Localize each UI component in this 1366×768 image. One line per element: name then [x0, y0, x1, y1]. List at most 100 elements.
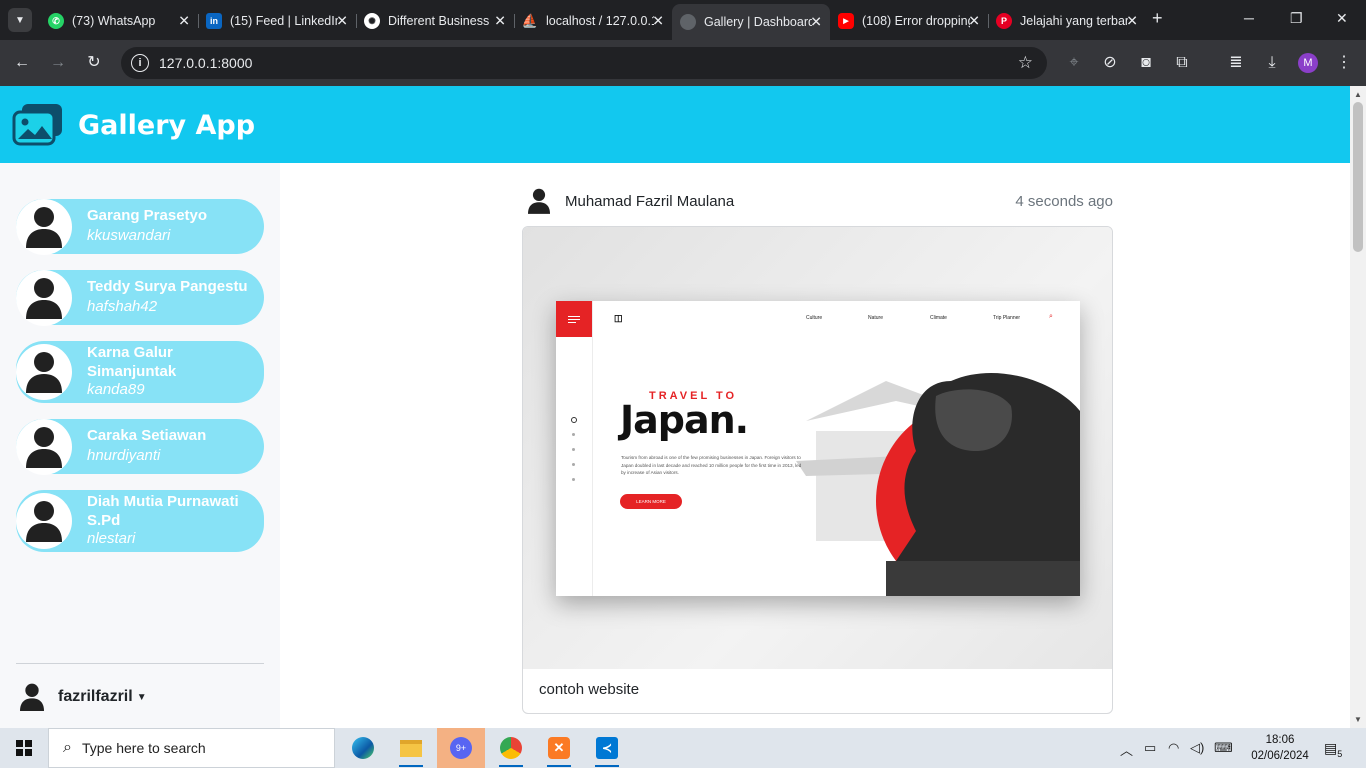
back-icon[interactable]: ← [12, 53, 32, 73]
tab-title: (73) WhatsApp [72, 14, 156, 28]
user-username: nlestari [87, 530, 136, 547]
search-icon: ⌕ [63, 739, 72, 756]
mockup-headline: Japan. [620, 398, 749, 442]
notification-center-icon[interactable]: ▤5 [1324, 740, 1342, 759]
app-title[interactable]: Gallery App [78, 110, 255, 141]
user-icon [26, 501, 62, 542]
clock-time: 18:06 [1265, 734, 1295, 746]
minimize-icon[interactable]: ─ [1244, 10, 1254, 26]
windows-taskbar: ⌕ Type here to search 9+ ✕ ≺ ︿ ▭ ◠ ◁) ⌨ … [0, 728, 1366, 768]
user-icon [20, 683, 44, 711]
tab-title: localhost / 127.0.0.1 [546, 14, 654, 28]
forward-icon[interactable]: → [48, 53, 68, 73]
media-control-icon[interactable]: ≣ [1226, 53, 1246, 73]
post-author[interactable]: Muhamad Fazril Maulana [565, 193, 734, 210]
taskbar-search-box[interactable]: ⌕ Type here to search [48, 728, 335, 768]
site-info-icon[interactable]: i [131, 54, 149, 72]
website-mockup-image: ◫ Culture Nature Climate Trip Planner ⌕ [556, 301, 1080, 596]
url-text[interactable]: 127.0.0.1:8000 [159, 55, 252, 71]
user-name: Karna Galur Simanjuntak [87, 344, 177, 380]
close-tab-icon[interactable]: ✕ [810, 14, 822, 31]
close-tab-icon[interactable]: ✕ [968, 13, 980, 30]
compass-icon[interactable]: ⊘ [1100, 53, 1120, 73]
user-icon [26, 426, 62, 468]
gallery-logo-icon [12, 104, 62, 146]
mockup-nav-item: Climate [930, 315, 947, 321]
close-tab-icon[interactable]: ✕ [652, 13, 664, 30]
page-viewport: Gallery App Garang Prasetyo kkuswandari … [0, 86, 1350, 728]
tab-pinterest[interactable]: P Jelajahi yang terbaru ✕ [988, 6, 1146, 36]
lion-statue-graphic [796, 372, 1080, 596]
keyboard-icon[interactable]: ⌨ [1214, 740, 1233, 756]
close-tab-icon[interactable]: ✕ [336, 13, 348, 30]
xampp-app-icon[interactable]: ✕ [543, 733, 575, 767]
tab-whatsapp[interactable]: ✆ (73) WhatsApp ✕ [40, 6, 198, 36]
profile-avatar[interactable]: M [1298, 53, 1318, 73]
tab-search-dropdown[interactable]: ▼ [8, 8, 32, 32]
post-card[interactable]: ◫ Culture Nature Climate Trip Planner ⌕ [522, 226, 1113, 714]
current-user-name: fazrilfazril [58, 688, 133, 705]
puzzle-icon[interactable]: ⧉ [1172, 53, 1192, 73]
close-tab-icon[interactable]: ✕ [178, 13, 190, 30]
page-scrollbar[interactable]: ▲ ▼ [1350, 86, 1366, 728]
notification-count: 5 [1337, 748, 1343, 759]
user-sidebar: Garang Prasetyo kkuswandari Teddy Surya … [0, 163, 280, 728]
tab-title: (108) Error dropping [862, 14, 970, 28]
user-icon [26, 206, 62, 248]
tab-gallery-dashboard[interactable]: Gallery | Dashboard ✕ [672, 4, 830, 40]
close-tab-icon[interactable]: ✕ [494, 13, 506, 30]
extension-icon[interactable]: ⌖ [1064, 53, 1084, 73]
tab-different-business[interactable]: ✺ Different Business ✕ [356, 6, 514, 36]
caret-down-icon: ▼ [136, 691, 147, 703]
address-bar[interactable]: i 127.0.0.1:8000 ☆ [121, 47, 1047, 79]
user-card[interactable]: Karna Galur Simanjuntak kanda89 [16, 341, 264, 403]
avatar [16, 493, 72, 549]
mockup-nav-item: Culture [806, 315, 823, 321]
user-card[interactable]: Caraka Setiawan hnurdiyanti [16, 418, 264, 475]
reload-icon[interactable]: ↻ [84, 53, 104, 73]
tab-linkedin[interactable]: in (15) Feed | LinkedIn ✕ [198, 6, 356, 36]
new-tab-icon[interactable]: + [1152, 8, 1163, 29]
vscode-app-icon[interactable]: ≺ [591, 733, 623, 767]
tab-youtube[interactable]: ▶ (108) Error dropping ✕ [830, 6, 988, 36]
volume-icon[interactable]: ◁) [1190, 740, 1204, 756]
user-card[interactable]: Garang Prasetyo kkuswandari [16, 198, 264, 255]
pinterest-icon: P [996, 13, 1012, 29]
menu-kebab-icon[interactable]: ⋮ [1334, 53, 1354, 73]
chrome-app-icon[interactable] [495, 733, 527, 767]
chevron-up-icon[interactable]: ︿ [1120, 740, 1133, 759]
file-explorer-app-icon[interactable] [395, 733, 427, 767]
avatar [16, 198, 72, 255]
battery-icon[interactable]: ▭ [1144, 740, 1156, 756]
taskbar-clock[interactable]: 18:06 02/06/2024 [1248, 732, 1312, 764]
user-name: Garang Prasetyo [87, 207, 208, 224]
user-name: Diah Mutia Purnawati S.Pd [87, 493, 239, 529]
user-name: Teddy Surya Pangestu [87, 278, 248, 295]
post-image[interactable]: ◫ Culture Nature Climate Trip Planner ⌕ [523, 227, 1112, 669]
user-name: Caraka Setiawan [87, 427, 207, 444]
download-icon[interactable]: ⤓ [1262, 53, 1282, 73]
camera-icon[interactable]: ◙ [1136, 53, 1156, 73]
tab-title: (15) Feed | LinkedIn [230, 14, 338, 28]
search-icon: ⌕ [1049, 313, 1053, 320]
user-card[interactable]: Diah Mutia Purnawati S.Pd nlestari [16, 490, 264, 552]
edge-app-icon[interactable] [347, 733, 379, 763]
discord-app-icon[interactable]: 9+ [437, 728, 485, 768]
post-timestamp: 4 seconds ago [1015, 193, 1113, 210]
phpmyadmin-icon: ⛵ [521, 13, 539, 28]
user-username: kkuswandari [87, 227, 171, 244]
tab-phpmyadmin[interactable]: ⛵ localhost / 127.0.0.1 ✕ [514, 6, 672, 36]
scroll-down-icon[interactable]: ▼ [1354, 715, 1362, 724]
close-tab-icon[interactable]: ✕ [1126, 13, 1138, 30]
user-username: hnurdiyanti [87, 447, 161, 464]
bookmark-star-icon[interactable]: ☆ [1018, 53, 1033, 73]
windows-start-icon[interactable] [16, 740, 32, 756]
user-card[interactable]: Teddy Surya Pangestu hafshah42 [16, 269, 264, 326]
wifi-icon[interactable]: ◠ [1168, 740, 1179, 756]
restore-icon[interactable]: ❐ [1290, 10, 1303, 27]
close-window-icon[interactable]: ✕ [1336, 10, 1348, 27]
current-user-dropdown[interactable]: fazrilfazril ▼ [20, 683, 147, 711]
scroll-up-icon[interactable]: ▲ [1354, 90, 1362, 99]
scroll-thumb[interactable] [1353, 102, 1363, 252]
app-header: Gallery App [0, 86, 1350, 163]
